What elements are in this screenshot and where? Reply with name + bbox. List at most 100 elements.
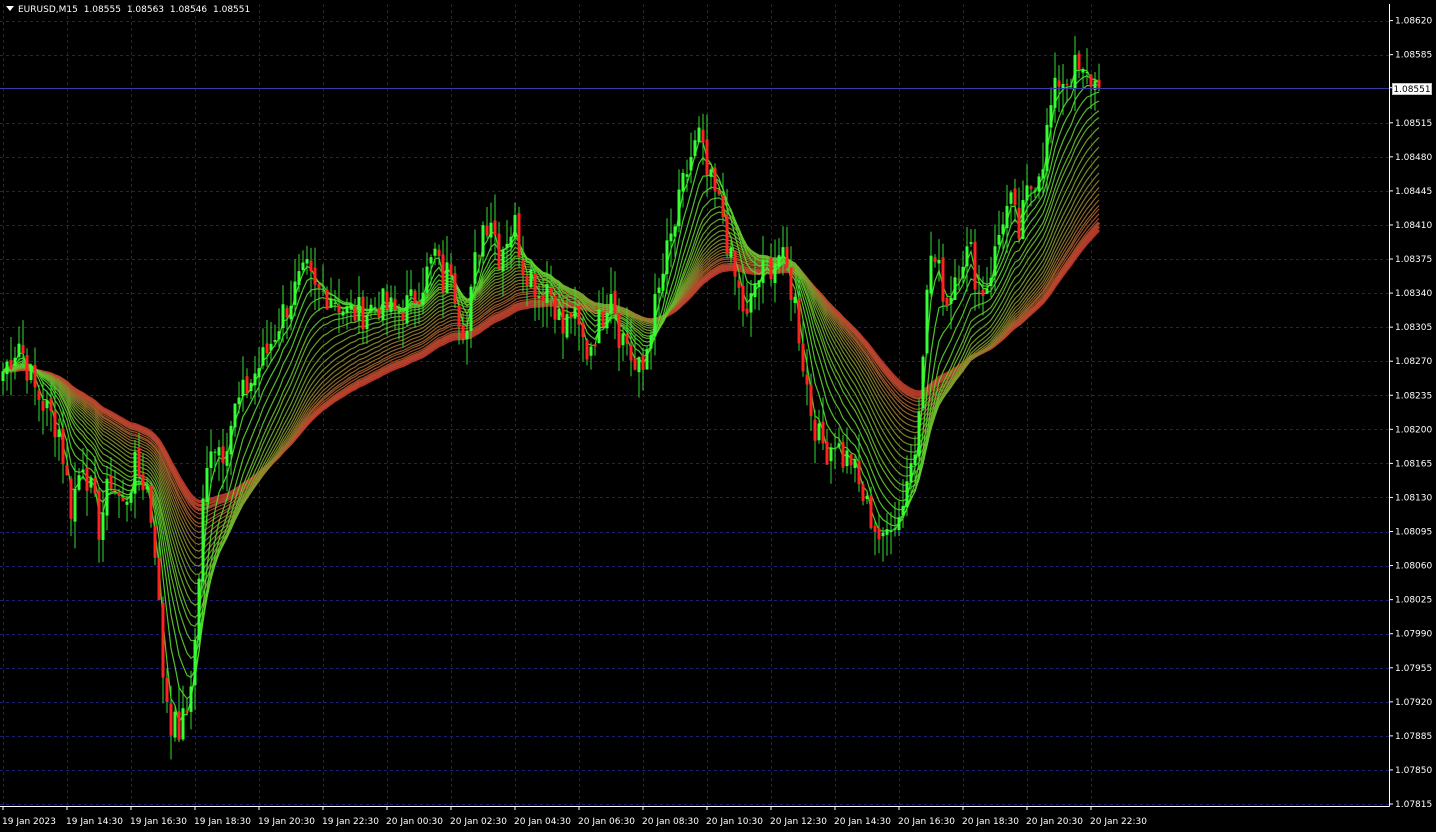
x-tick-label: 20 Jan 00:30 [386,817,443,827]
y-tick-label: 1.08445 [1395,187,1432,197]
candle-body [85,467,89,491]
candle-body [845,450,849,467]
candle-body [629,344,633,361]
y-tick-label: 1.08025 [1395,596,1432,606]
candle-body [1037,176,1041,192]
x-tick-label: 19 Jan 14:30 [66,817,123,827]
candle-body [225,451,229,466]
candle-body [49,398,53,411]
candle-body [633,358,637,370]
candle-body [313,267,317,285]
candle-body [617,312,621,349]
candle-body [889,531,893,533]
candle-body [289,305,293,320]
candle-body [301,262,305,271]
candle-body [1029,186,1033,190]
y-tick-label: 1.08130 [1395,493,1432,503]
candle-body [325,289,329,310]
candle-body [29,365,33,380]
candle-body [653,294,657,337]
x-tick-label: 19 Jan 2023 [2,817,56,827]
ma-ribbon [2,69,1101,725]
candle-body [425,266,429,293]
candle-body [329,299,333,308]
candle-body [113,489,117,491]
candle-body [265,343,269,354]
y-tick-label: 1.08305 [1395,323,1432,333]
candle-body [533,273,537,298]
candle-body [393,298,397,310]
candle-body [173,711,177,738]
candle-body [349,304,353,310]
candle-body [381,288,385,321]
candle-body [753,283,757,298]
candle-body [649,335,653,349]
x-tick-label: 20 Jan 06:30 [578,817,635,827]
candle-body [801,343,805,372]
candle-body [517,213,521,257]
candle-body [429,257,433,264]
candle-body [281,304,285,329]
candle-body [969,242,973,244]
x-tick-label: 20 Jan 12:30 [770,817,827,827]
candle-body [1009,192,1013,204]
candle-body [177,711,181,740]
x-tick-label: 20 Jan 08:30 [642,817,699,827]
candle-body [945,297,949,307]
candle-body [89,477,93,488]
candle-body [149,485,153,523]
candle-body [61,428,65,465]
candle-body [137,447,141,477]
candle-body [941,257,945,302]
candle-body [705,139,709,175]
candle-body [389,297,393,312]
candle-body [1097,79,1101,88]
candle-body [1057,80,1061,87]
x-tick-label: 20 Jan 20:30 [1026,817,1083,827]
candle-body [461,325,465,339]
candle-body [469,286,473,332]
candle-body [505,243,509,248]
candle-body [477,255,481,257]
candle-body [921,356,925,409]
candle-body [5,361,9,375]
candle-body [369,304,373,312]
candle-body [1001,224,1005,235]
candle-body [269,343,273,351]
dropdown-triangle-icon[interactable] [6,6,14,11]
x-tick-label: 19 Jan 22:30 [322,817,379,827]
candle-body [133,451,137,494]
axes [0,4,1390,807]
open-value: 1.08555 [83,5,121,15]
candle-body [193,639,197,686]
candle-body [109,475,113,489]
candle-body [665,240,669,275]
candle-body [465,330,469,340]
candle-body [817,423,821,441]
candle-body [117,492,121,496]
candle-body [929,255,933,294]
candle-body [853,459,857,469]
candle-body [341,311,345,316]
candle-body [97,490,101,540]
candle-body [165,677,169,703]
chart-header: EURUSD,M15 1.08555 1.08563 1.08546 1.085… [6,4,253,17]
candle-body [837,443,841,447]
candle-body [157,558,161,601]
candle-body [873,525,877,532]
candle-body [829,447,833,462]
chart-window[interactable]: 1.08620 1.08585 1.08551 1.08515 1.08480 1.084… [0,0,1436,832]
price-chart[interactable]: 1.08620 1.08585 1.08551 1.08515 1.08480 1.084… [0,0,1436,832]
candle-body [153,526,157,558]
candle-body [661,273,665,291]
grid [0,4,1389,806]
candle-body [745,308,749,314]
candle-body [345,306,349,313]
candle-body [697,127,701,143]
candle-body [13,357,17,366]
candle-body [841,442,845,468]
candle-body [593,344,597,347]
ma-line [2,100,1100,642]
candle-body [201,498,205,582]
candle-body [9,359,13,370]
